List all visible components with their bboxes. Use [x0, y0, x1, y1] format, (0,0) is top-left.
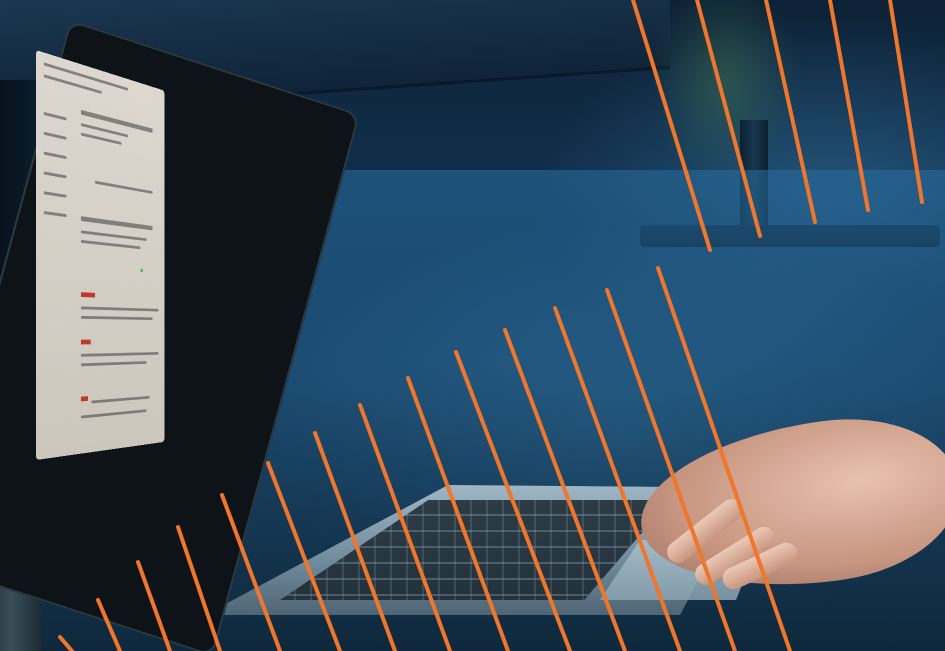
- orange-streak: [360, 405, 450, 651]
- orange-streak: [60, 637, 72, 651]
- orange-streak: [830, 0, 868, 210]
- orange-streak: [766, 0, 815, 222]
- orange-streaks: [0, 0, 945, 651]
- orange-streak: [222, 495, 280, 651]
- orange-streak: [138, 562, 170, 651]
- orange-streak: [505, 330, 625, 651]
- orange-streak: [178, 527, 220, 651]
- orange-streak: [607, 290, 735, 651]
- orange-streak: [658, 268, 790, 651]
- orange-streak: [697, 0, 760, 236]
- orange-streak: [633, 0, 710, 250]
- orange-streak: [408, 378, 508, 651]
- photo-scene: [0, 0, 945, 651]
- orange-streak: [555, 308, 680, 651]
- orange-streak: [98, 600, 120, 651]
- orange-streak: [268, 463, 340, 651]
- orange-streak: [456, 352, 570, 651]
- orange-streak: [890, 0, 922, 202]
